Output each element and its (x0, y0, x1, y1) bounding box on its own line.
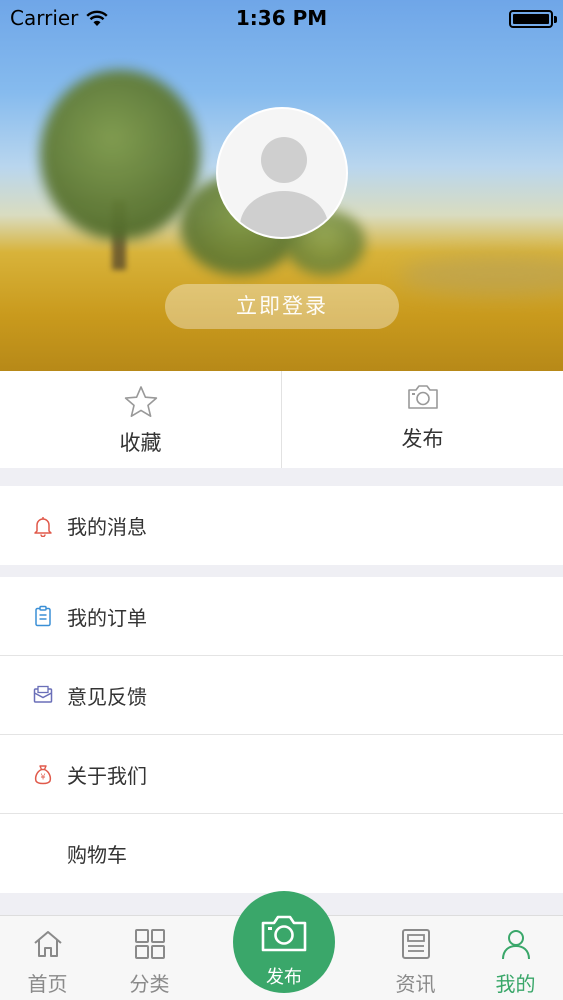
publish-tab-label: 发布 (266, 967, 302, 988)
svg-text:¥: ¥ (40, 773, 45, 782)
favorites-label: 收藏 (119, 431, 162, 455)
tab-category[interactable]: 分类 (102, 916, 197, 1000)
menu-item-label: 购物车 (67, 843, 127, 867)
menu-item-label: 意见反馈 (67, 684, 147, 709)
tab-home[interactable]: 首页 (0, 916, 95, 1000)
tab-label: 分类 (129, 972, 170, 996)
clipboard-icon (35, 605, 51, 627)
avatar[interactable] (216, 107, 348, 239)
star-icon (124, 386, 157, 417)
menu-group-main: 我的订单 意见反馈 ¥ 关于我们 购物车 (0, 577, 563, 893)
battery-icon (509, 10, 557, 28)
money-bag-icon: ¥ (34, 765, 52, 785)
menu-item-orders[interactable]: 我的订单 (0, 577, 563, 656)
publish-label: 发布 (401, 427, 444, 451)
tab-news[interactable]: 资讯 (368, 916, 463, 1000)
quick-actions: 收藏 发布 (0, 371, 563, 468)
publish-action-button[interactable]: 发布 (281, 371, 563, 468)
camera-icon (261, 915, 307, 952)
tab-label: 我的 (495, 972, 536, 996)
publish-tab-button[interactable]: 发布 (233, 891, 335, 993)
tab-label: 首页 (27, 972, 68, 996)
tab-mine[interactable]: 我的 (468, 916, 563, 1000)
menu-item-feedback[interactable]: 意见反馈 (0, 656, 563, 735)
tab-label: 资讯 (395, 972, 436, 996)
status-bar: Carrier 1:36 PM (0, 0, 563, 36)
background-tree (40, 70, 200, 240)
camera-icon (407, 385, 438, 409)
background-hill (400, 255, 563, 295)
clock: 1:36 PM (235, 6, 328, 30)
menu-item-label: 我的消息 (67, 515, 147, 539)
menu-item-messages[interactable]: 我的消息 (0, 486, 563, 565)
menu-item-about[interactable]: ¥ 关于我们 (0, 735, 563, 814)
menu-item-label: 关于我们 (67, 763, 147, 788)
envelope-icon (33, 685, 53, 703)
menu-group-messages: 我的消息 (0, 486, 563, 565)
menu-item-label: 我的订单 (67, 605, 147, 630)
grid-icon (134, 929, 165, 959)
login-button[interactable]: 立即登录 (165, 284, 399, 329)
home-icon (33, 931, 62, 957)
bell-icon (34, 516, 52, 537)
person-icon (501, 930, 530, 960)
menu-item-cart[interactable]: 购物车 (0, 814, 563, 893)
newspaper-icon (401, 929, 430, 959)
profile-header: Carrier 1:36 PM 立即登录 (0, 0, 563, 371)
favorites-button[interactable]: 收藏 (0, 371, 281, 468)
